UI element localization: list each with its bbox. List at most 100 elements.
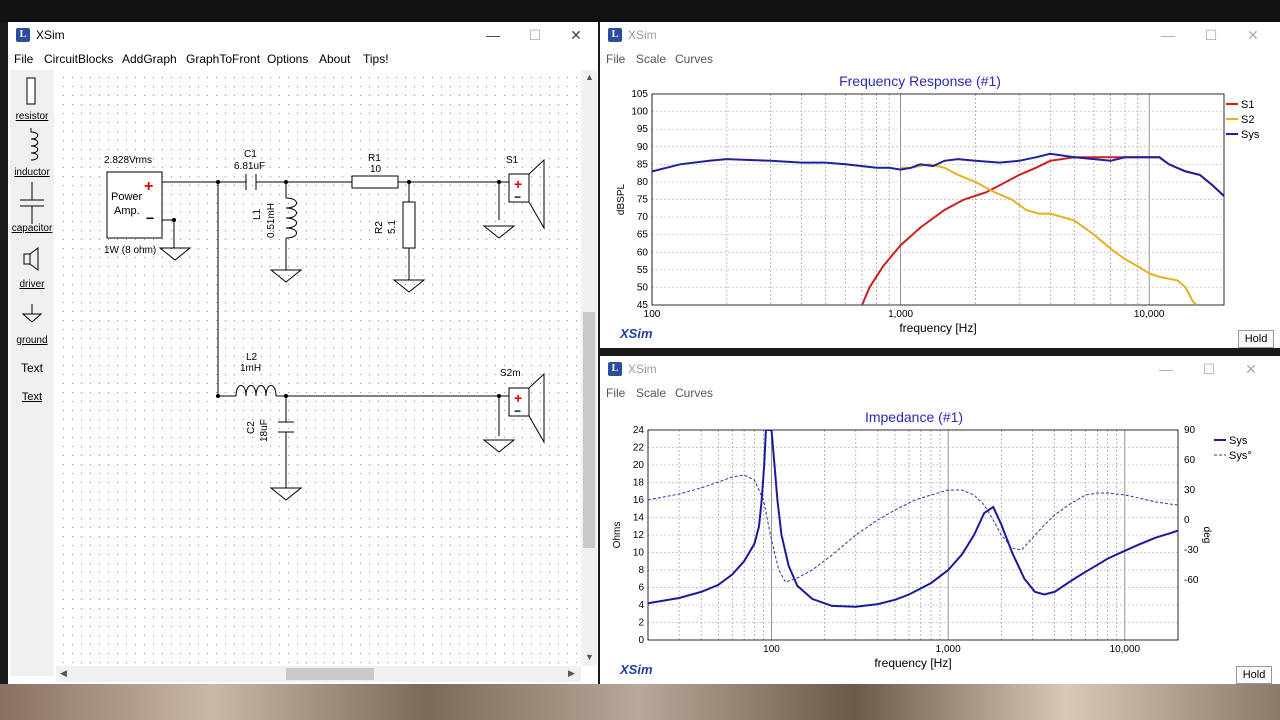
s1-name: S1 [506, 155, 519, 166]
maximize-button[interactable]: ☐ [1196, 25, 1226, 45]
menu-addgraph[interactable]: AddGraph [122, 52, 177, 66]
imp-window: L XSim — ☐ ✕ File Scale Curves Impedance… [600, 356, 1280, 684]
menu-scale[interactable]: Scale [636, 52, 666, 66]
y-tick-label: 8 [638, 565, 644, 576]
c1-name: C1 [244, 149, 257, 160]
x-tick-label: 100 [763, 644, 780, 655]
y-axis-label: dBSPL [616, 183, 627, 215]
menu-curves[interactable]: Curves [675, 52, 713, 66]
y2-tick-label: -30 [1184, 545, 1199, 556]
y-tick-label: 12 [633, 530, 645, 541]
resistor-icon[interactable] [22, 76, 42, 106]
imp-brand-label: XSim [620, 662, 653, 677]
menu-file[interactable]: File [606, 52, 625, 66]
y-tick-label: 100 [631, 107, 648, 118]
y-tick-label: 80 [637, 177, 649, 188]
c2-value: 18uF [259, 419, 270, 442]
y-tick-label: 16 [633, 495, 645, 506]
minimize-button[interactable]: — [478, 25, 508, 45]
menu-curves[interactable]: Curves [675, 386, 713, 400]
circuit-menubar: File CircuitBlocks AddGraph GraphToFront… [8, 48, 598, 70]
window-title: XSim [628, 362, 657, 376]
menu-tips[interactable]: Tips! [363, 52, 389, 66]
amp-plus: + [144, 178, 154, 195]
circuit-titlebar[interactable]: L XSim — ☐ ✕ [8, 22, 598, 48]
y-tick-label: 105 [631, 89, 648, 100]
close-button[interactable]: ✕ [1236, 359, 1266, 379]
amp-label-1: Power [111, 191, 143, 203]
y-tick-label: 0 [638, 635, 644, 646]
menu-about[interactable]: About [319, 52, 350, 66]
c1-value: 6.81uF [234, 161, 266, 172]
palette-text[interactable]: Text [10, 391, 54, 403]
y-tick-label: 14 [633, 513, 645, 524]
freq-graph-title: Frequency Response (#1) [839, 73, 1001, 89]
minimize-button[interactable]: — [1151, 359, 1181, 379]
s2-name: S2m [500, 368, 521, 379]
menu-options[interactable]: Options [267, 52, 308, 66]
palette-capacitor[interactable]: capacitor [10, 223, 54, 234]
vertical-scrollbar[interactable]: ▲ ▼ [581, 70, 597, 666]
imp-titlebar[interactable]: L XSim — ☐ ✕ [600, 356, 1280, 382]
window-title: XSim [36, 28, 65, 42]
close-button[interactable]: ✕ [1238, 25, 1268, 45]
y-tick-label: 18 [633, 478, 645, 489]
y-tick-label: 50 [637, 282, 649, 293]
y-tick-label: 75 [637, 195, 649, 206]
driver-icon[interactable] [20, 246, 44, 272]
y-tick-label: 70 [637, 212, 649, 223]
text-tool-sample[interactable]: Text [14, 361, 50, 375]
r1-name: R1 [368, 153, 381, 164]
x-tick-label: 10,000 [1134, 309, 1165, 320]
y2-tick-label: 0 [1184, 515, 1190, 526]
imp-hold-button[interactable]: Hold [1236, 666, 1272, 684]
menu-circuitblocks[interactable]: CircuitBlocks [44, 52, 113, 66]
vertical-scroll-thumb[interactable] [583, 312, 595, 548]
menu-scale[interactable]: Scale [636, 386, 666, 400]
y-tick-label: 24 [633, 425, 645, 436]
maximize-button[interactable]: ☐ [1194, 359, 1224, 379]
imp-chart[interactable]: 024681012141618202224-60-300306090100 1,0… [600, 424, 1280, 684]
freq-titlebar[interactable]: L XSim — ☐ ✕ [600, 22, 1280, 48]
menu-graphtofront[interactable]: GraphToFront [186, 52, 260, 66]
inductor-icon[interactable] [22, 128, 42, 162]
palette-driver[interactable]: driver [10, 279, 54, 290]
app-icon: L [16, 28, 30, 42]
s2-minus: − [514, 404, 522, 418]
x-tick-label: 10,000 [1110, 644, 1141, 655]
l1-name: L1 [252, 208, 263, 220]
scroll-left-icon[interactable]: ◀ [60, 668, 67, 679]
x-axis-label: frequency [Hz] [874, 656, 951, 670]
ground-icon[interactable] [20, 302, 44, 326]
r2-value: 5.1 [387, 220, 398, 234]
maximize-button[interactable]: ☐ [520, 25, 550, 45]
freq-hold-button[interactable]: Hold [1238, 330, 1274, 348]
horizontal-scrollbar[interactable]: ◀ ▶ [56, 666, 581, 682]
horizontal-scroll-thumb[interactable] [286, 668, 374, 680]
freq-brand-label: XSim [620, 326, 653, 341]
close-button[interactable]: ✕ [561, 25, 591, 45]
l2-name: L2 [246, 352, 258, 363]
x-tick-label: 1,000 [936, 644, 961, 655]
scroll-right-icon[interactable]: ▶ [568, 668, 575, 679]
y-tick-label: 60 [637, 247, 649, 258]
menu-file[interactable]: File [14, 52, 33, 66]
x-tick-label: 1,000 [888, 309, 913, 320]
y-tick-label: 20 [633, 460, 645, 471]
capacitor-icon[interactable] [18, 182, 46, 224]
y-tick-label: 4 [638, 600, 644, 611]
freq-window: L XSim — ☐ ✕ File Scale Curves Frequency… [600, 22, 1280, 348]
minimize-button[interactable]: — [1153, 25, 1183, 45]
palette-inductor[interactable]: inductor [10, 167, 54, 178]
y-tick-label: 2 [638, 618, 644, 629]
circuit-canvas[interactable]: 2.828Vrms Power Amp. + − 1W (8 ohm) C1 6… [56, 70, 581, 668]
menu-file[interactable]: File [606, 386, 625, 400]
app-icon: L [608, 362, 622, 376]
palette-ground[interactable]: ground [10, 335, 54, 346]
y2-tick-label: 30 [1184, 485, 1196, 496]
scroll-up-icon[interactable]: ▲ [585, 72, 594, 82]
freq-chart[interactable]: 4550556065707580859095100105100 1,000 10,0… [600, 88, 1280, 348]
l2-value: 1mH [240, 363, 262, 374]
scroll-down-icon[interactable]: ▼ [585, 652, 594, 662]
palette-resistor[interactable]: resistor [10, 111, 54, 122]
